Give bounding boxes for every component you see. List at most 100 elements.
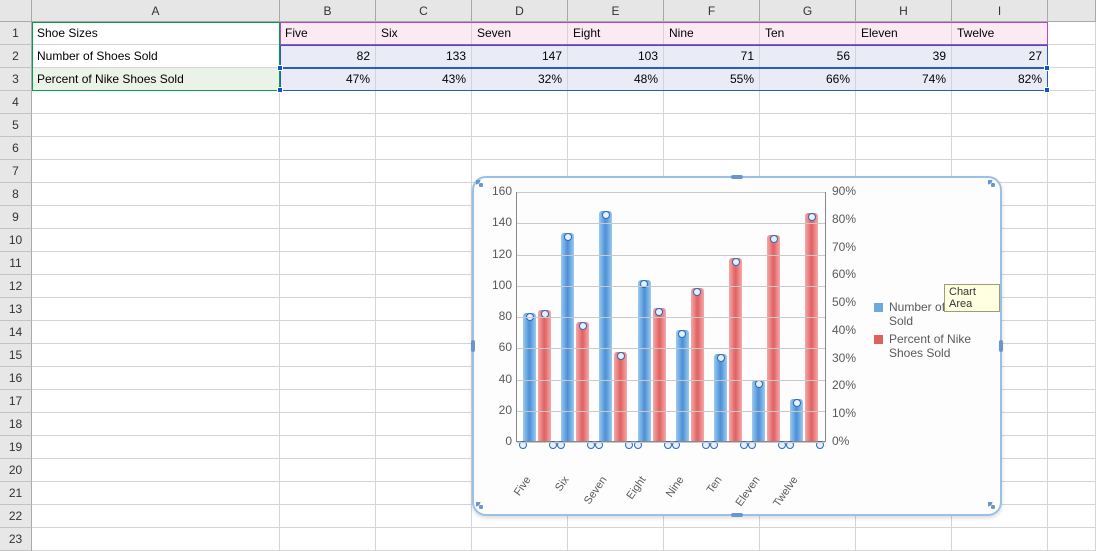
row-header[interactable]: 16 — [0, 367, 32, 390]
cell[interactable] — [1048, 390, 1096, 413]
cell[interactable] — [1048, 505, 1096, 528]
cell-value[interactable]: 47% — [280, 68, 376, 91]
row-header[interactable]: 10 — [0, 229, 32, 252]
cell[interactable] — [280, 459, 376, 482]
cell-value[interactable]: 71 — [664, 45, 760, 68]
cell[interactable] — [32, 137, 280, 160]
cell[interactable] — [280, 160, 376, 183]
chart-frame[interactable]: 020406080100120140160 0%10%20%30%40%50%6… — [472, 176, 1002, 516]
column-header[interactable]: B — [280, 0, 376, 22]
cell[interactable] — [280, 91, 376, 114]
cell[interactable] — [32, 390, 280, 413]
cell[interactable] — [376, 390, 472, 413]
row-header[interactable]: 22 — [0, 505, 32, 528]
cell[interactable] — [280, 505, 376, 528]
bar-series1[interactable] — [523, 313, 536, 441]
row-header[interactable]: 15 — [0, 344, 32, 367]
row-header[interactable]: 23 — [0, 528, 32, 551]
bar-series1[interactable] — [638, 280, 651, 441]
cell[interactable] — [376, 91, 472, 114]
cell[interactable] — [760, 137, 856, 160]
cell-value[interactable]: 55% — [664, 68, 760, 91]
cell[interactable] — [376, 436, 472, 459]
cell[interactable] — [280, 344, 376, 367]
resize-handle-se[interactable] — [988, 502, 998, 512]
cell-category[interactable]: Eleven — [856, 22, 952, 45]
plot-area[interactable] — [516, 192, 826, 442]
cell-category[interactable]: Ten — [760, 22, 856, 45]
cell[interactable] — [280, 252, 376, 275]
cell[interactable] — [856, 114, 952, 137]
cell[interactable] — [472, 91, 568, 114]
cell[interactable] — [376, 137, 472, 160]
legend-item[interactable]: Percent of Nike Shoes Sold — [874, 332, 999, 360]
cell-category[interactable]: Six — [376, 22, 472, 45]
selection-handle[interactable] — [277, 87, 283, 93]
cell[interactable] — [376, 367, 472, 390]
cell[interactable] — [32, 206, 280, 229]
cell[interactable] — [1048, 344, 1096, 367]
cell[interactable] — [1048, 459, 1096, 482]
cell[interactable] — [952, 91, 1048, 114]
cell[interactable] — [1048, 367, 1096, 390]
row-header[interactable]: 21 — [0, 482, 32, 505]
cell[interactable] — [376, 160, 472, 183]
select-all-corner[interactable] — [0, 0, 32, 22]
cell[interactable] — [1048, 229, 1096, 252]
cell[interactable] — [952, 137, 1048, 160]
row-header[interactable]: 19 — [0, 436, 32, 459]
cell-value[interactable]: 133 — [376, 45, 472, 68]
cell-category[interactable]: Five — [280, 22, 376, 45]
cell[interactable] — [280, 298, 376, 321]
row-header[interactable]: 11 — [0, 252, 32, 275]
resize-handle-e[interactable] — [999, 340, 1003, 352]
selection-handle[interactable] — [277, 65, 283, 71]
cell-value[interactable]: 82% — [952, 68, 1048, 91]
column-header[interactable]: H — [856, 0, 952, 22]
bar-series2[interactable] — [614, 352, 627, 441]
cell[interactable] — [952, 528, 1048, 551]
cell-value[interactable]: 56 — [760, 45, 856, 68]
cell[interactable] — [376, 298, 472, 321]
cell[interactable] — [376, 321, 472, 344]
cell[interactable] — [32, 91, 280, 114]
row-header[interactable]: 7 — [0, 160, 32, 183]
cell[interactable] — [1048, 252, 1096, 275]
cell[interactable] — [280, 229, 376, 252]
cell[interactable] — [280, 482, 376, 505]
cell-value[interactable]: 39 — [856, 45, 952, 68]
cell[interactable] — [568, 114, 664, 137]
cell[interactable] — [32, 505, 280, 528]
selection-handle[interactable] — [1044, 65, 1050, 71]
cell-value[interactable]: 103 — [568, 45, 664, 68]
cell[interactable] — [760, 528, 856, 551]
bar-series2[interactable] — [653, 308, 666, 441]
cell-value[interactable]: 27 — [952, 45, 1048, 68]
cell[interactable] — [568, 137, 664, 160]
bar-series2[interactable] — [805, 213, 818, 441]
row-header[interactable]: 14 — [0, 321, 32, 344]
cell[interactable] — [856, 137, 952, 160]
bar-series2[interactable] — [576, 322, 589, 441]
cell[interactable] — [1048, 22, 1096, 45]
resize-handle-sw[interactable] — [476, 502, 486, 512]
cell[interactable] — [376, 413, 472, 436]
cell[interactable] — [1048, 91, 1096, 114]
resize-handle-w[interactable] — [471, 340, 475, 352]
cell[interactable] — [32, 528, 280, 551]
cell[interactable] — [376, 528, 472, 551]
cell[interactable] — [952, 114, 1048, 137]
cell-category[interactable]: Seven — [472, 22, 568, 45]
bar-series2[interactable] — [538, 310, 551, 441]
cell[interactable] — [280, 114, 376, 137]
cell-category[interactable]: Eight — [568, 22, 664, 45]
cell[interactable] — [1048, 68, 1096, 91]
cell-value[interactable]: 43% — [376, 68, 472, 91]
cell[interactable] — [280, 367, 376, 390]
cell[interactable] — [760, 91, 856, 114]
cell[interactable] — [1048, 160, 1096, 183]
cell[interactable] — [568, 528, 664, 551]
row-header[interactable]: 9 — [0, 206, 32, 229]
cell[interactable] — [32, 229, 280, 252]
cell[interactable] — [1048, 321, 1096, 344]
